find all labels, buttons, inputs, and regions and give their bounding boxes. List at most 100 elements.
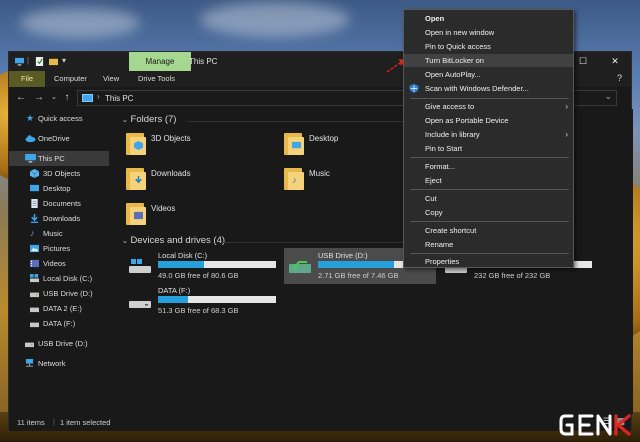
usb-drive-icon bbox=[289, 261, 311, 273]
folder-videos-icon bbox=[124, 199, 146, 225]
menu-separator bbox=[410, 221, 569, 222]
music-icon: ♪ bbox=[30, 228, 35, 238]
menu-item-give-access[interactable]: Give access to › bbox=[404, 100, 573, 113]
menu-item-rename[interactable]: Rename bbox=[404, 238, 573, 251]
download-icon bbox=[30, 214, 39, 223]
drive-c[interactable]: Local Disk (C:) 49.0 GB free of 80.6 GB bbox=[124, 248, 279, 284]
menu-item-open[interactable]: Open bbox=[404, 12, 573, 25]
submenu-arrow-icon: › bbox=[565, 102, 568, 111]
sidebar-item-pictures[interactable]: Pictures bbox=[9, 241, 109, 256]
menu-item-open-portable-device[interactable]: Open as Portable Device bbox=[404, 114, 573, 127]
folder-downloads[interactable]: Downloads bbox=[124, 164, 264, 196]
menu-item-pin-quick-access[interactable]: Pin to Quick access bbox=[404, 40, 573, 53]
selection-count: 1 item selected bbox=[60, 418, 111, 427]
tab-drive-tools[interactable]: Drive Tools bbox=[138, 71, 175, 87]
sidebar-item-music[interactable]: ♪ Music bbox=[9, 226, 109, 241]
sidebar-item-this-pc[interactable]: This PC bbox=[9, 151, 109, 166]
drive-free-space: 49.0 GB free of 80.6 GB bbox=[158, 271, 239, 280]
menu-separator bbox=[410, 189, 569, 190]
context-menu: Open Open in new window Pin to Quick acc… bbox=[403, 9, 574, 268]
drive-name: USB Drive (D:) bbox=[318, 251, 368, 260]
genk-logo bbox=[559, 414, 631, 436]
folder-3d-objects-icon bbox=[124, 129, 146, 155]
windows-drive-icon bbox=[129, 259, 151, 273]
tab-view[interactable]: View bbox=[103, 71, 119, 87]
pc-icon bbox=[15, 57, 24, 66]
sidebar-item-data-2-e[interactable]: DATA 2 (E:) bbox=[9, 301, 109, 316]
sidebar-item-documents[interactable]: Documents bbox=[9, 196, 109, 211]
folder-label: 3D Objects bbox=[151, 134, 191, 143]
menu-item-copy[interactable]: Copy bbox=[404, 206, 573, 219]
menu-item-cut[interactable]: Cut bbox=[404, 192, 573, 205]
desktop-icon bbox=[30, 184, 39, 192]
properties-icon[interactable] bbox=[35, 57, 44, 66]
chevron-down-icon: ⌄ bbox=[122, 117, 128, 124]
sidebar-item-videos[interactable]: Videos bbox=[9, 256, 109, 271]
folder-label: Desktop bbox=[309, 134, 339, 143]
folder-desktop[interactable]: Desktop bbox=[282, 129, 422, 161]
star-icon: ★ bbox=[26, 113, 35, 123]
tab-file[interactable]: File bbox=[9, 71, 45, 87]
menu-item-eject[interactable]: Eject bbox=[404, 174, 573, 187]
cube-icon bbox=[30, 169, 39, 178]
menu-item-open-autoplay[interactable]: Open AutoPlay... bbox=[404, 68, 573, 81]
drive-icon bbox=[30, 307, 39, 313]
picture-icon bbox=[30, 244, 39, 253]
sidebar-item-network[interactable]: Network bbox=[9, 356, 109, 371]
tab-manage[interactable]: Manage bbox=[129, 52, 191, 71]
drive-name: Local Disk (C:) bbox=[158, 251, 208, 260]
sidebar-item-local-disk-c[interactable]: Local Disk (C:) bbox=[9, 271, 109, 286]
address-dropdown-icon[interactable]: ⌄ bbox=[604, 91, 612, 102]
drive-icon bbox=[30, 322, 39, 328]
drive-free-space: 2.71 GB free of 7.46 GB bbox=[318, 271, 399, 280]
pc-icon bbox=[82, 94, 93, 102]
usb-drive-icon bbox=[30, 292, 39, 298]
sidebar-item-usb-drive-d-root[interactable]: USB Drive (D:) bbox=[9, 336, 109, 351]
folders-group-header[interactable]: ⌄ Folders (7) bbox=[122, 114, 176, 125]
sidebar-item-data-f[interactable]: DATA (F:) bbox=[9, 316, 109, 331]
folder-label: Downloads bbox=[151, 169, 191, 178]
drive-icon bbox=[30, 274, 39, 283]
forward-arrow-icon[interactable]: → bbox=[33, 91, 45, 105]
menu-item-open-new-window[interactable]: Open in new window bbox=[404, 26, 573, 39]
menu-item-properties[interactable]: Properties bbox=[404, 255, 573, 268]
drive-usage-bar bbox=[158, 296, 276, 303]
sidebar-item-quick-access[interactable]: ★ Quick access bbox=[9, 111, 109, 126]
up-arrow-icon[interactable]: ↑ bbox=[61, 91, 73, 105]
close-button[interactable]: ✕ bbox=[599, 52, 631, 71]
new-folder-icon[interactable] bbox=[49, 57, 58, 66]
quick-access-dropdown-icon[interactable]: ▾ bbox=[62, 56, 66, 65]
menu-item-pin-start[interactable]: Pin to Start bbox=[404, 142, 573, 155]
recent-locations-icon[interactable]: ⌄ bbox=[48, 91, 60, 105]
help-icon[interactable]: ? bbox=[617, 73, 622, 83]
windows-defender-shield-icon bbox=[409, 84, 419, 93]
sidebar-item-usb-drive-d[interactable]: USB Drive (D:) bbox=[9, 286, 109, 301]
breadcrumb[interactable]: This PC bbox=[105, 94, 133, 103]
sidebar-item-label: Pictures bbox=[43, 244, 71, 253]
folder-3d-objects[interactable]: 3D Objects bbox=[124, 129, 264, 161]
folder-desktop-icon bbox=[282, 129, 304, 155]
menu-separator bbox=[410, 98, 569, 99]
sidebar-item-3d-objects[interactable]: 3D Objects bbox=[9, 166, 109, 181]
menu-item-include-library[interactable]: Include in library › bbox=[404, 128, 573, 141]
sidebar-item-label: Desktop bbox=[43, 184, 71, 193]
devices-group-header[interactable]: ⌄ Devices and drives (4) bbox=[122, 235, 225, 246]
sidebar-item-label: USB Drive (D:) bbox=[43, 289, 93, 298]
video-icon bbox=[30, 259, 39, 268]
breadcrumb-chevron-icon[interactable]: › bbox=[97, 92, 100, 101]
menu-item-create-shortcut[interactable]: Create shortcut bbox=[404, 224, 573, 237]
drive-f[interactable]: DATA (F:) 51.3 GB free of 68.3 GB bbox=[124, 283, 279, 319]
menu-item-scan-defender[interactable]: Scan with Windows Defender... bbox=[404, 82, 573, 95]
back-arrow-icon[interactable]: ← bbox=[15, 91, 27, 105]
sidebar-item-desktop[interactable]: Desktop bbox=[9, 181, 109, 196]
folder-music[interactable]: ♪ Music bbox=[282, 164, 422, 196]
drive-free-space: 51.3 GB free of 68.3 GB bbox=[158, 306, 239, 315]
item-count: 11 items bbox=[17, 418, 45, 427]
tab-computer[interactable]: Computer bbox=[54, 71, 87, 87]
menu-item-turn-bitlocker-on[interactable]: Turn BitLocker on bbox=[404, 54, 573, 67]
folder-label: Music bbox=[309, 169, 330, 178]
sidebar-item-onedrive[interactable]: OneDrive bbox=[9, 131, 109, 146]
sidebar-item-downloads[interactable]: Downloads bbox=[9, 211, 109, 226]
folder-videos[interactable]: Videos bbox=[124, 199, 264, 231]
menu-item-format[interactable]: Format... bbox=[404, 160, 573, 173]
